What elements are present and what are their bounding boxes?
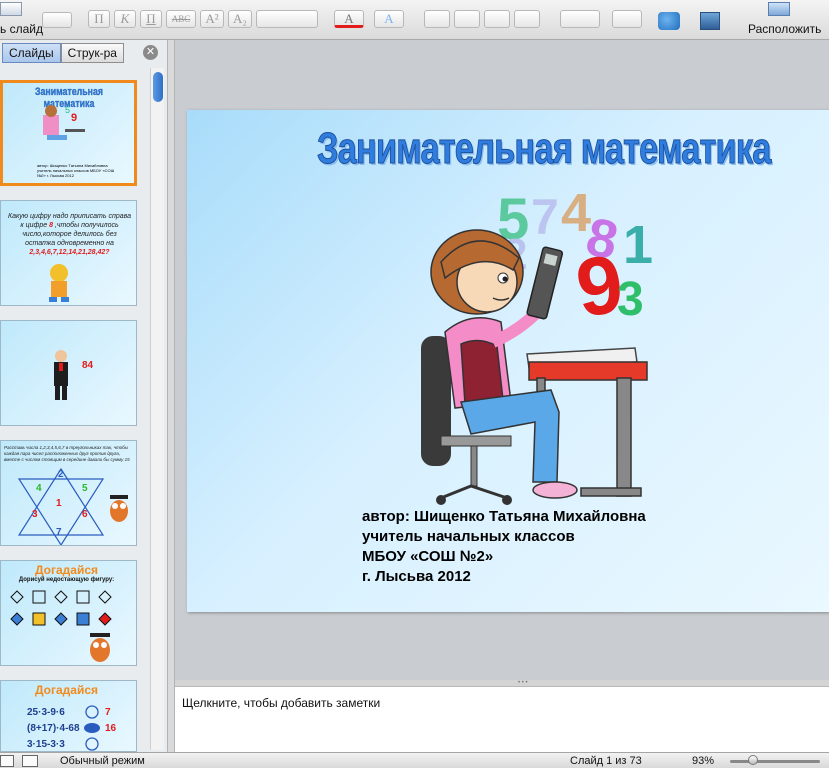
owl-icon — [110, 495, 128, 522]
position-line: учитель начальных классов — [362, 528, 575, 545]
author-line: автор: Шищенко Татьяна Михайловна — [362, 508, 646, 525]
text-box-button[interactable] — [612, 10, 642, 28]
zoom-level[interactable]: 93% — [692, 755, 714, 767]
thumb-title: Догадайся — [34, 683, 99, 697]
toolbar: ь слайд П К П АВС A² A₂ А A Расположить — [0, 0, 829, 40]
thumb-character-illustration — [49, 264, 69, 302]
columns-button[interactable] — [560, 10, 600, 28]
align-left-button[interactable] — [424, 10, 450, 28]
subscript-button[interactable]: A₂ — [228, 10, 252, 28]
slide-thumbnail-6[interactable]: Догадайся 25·3-9·6 (8+17)·4-68 3·15-3·3 … — [0, 680, 137, 752]
svg-text:5: 5 — [65, 105, 70, 115]
text-effect-button[interactable]: A — [374, 10, 404, 28]
girl-with-calculator-illustration — [421, 229, 648, 505]
shapes-icon[interactable] — [658, 12, 680, 30]
font-size-dropdown[interactable] — [256, 10, 318, 28]
font-color-button[interactable]: А — [334, 10, 364, 28]
zoom-slider[interactable] — [730, 760, 820, 763]
thumb-author: автор: Шищенко Татьяна Михайловна учител… — [37, 163, 115, 178]
thumb-answer-2: 16 — [105, 723, 117, 734]
outline-view-icon[interactable] — [22, 755, 38, 767]
thumb-operator-symbols — [84, 705, 100, 751]
view-mode-label: Обычный режим — [60, 755, 145, 767]
thumb-number: 84 — [82, 360, 94, 371]
slide-counter: Слайд 1 из 73 — [570, 755, 642, 767]
thumb-subtitle: Дорисуй недостающую фигуру: — [18, 577, 115, 583]
align-right-button[interactable] — [484, 10, 510, 28]
bold-button[interactable]: П — [88, 10, 110, 28]
zoom-slider-knob[interactable] — [748, 755, 758, 765]
thumb-title: Догадайся — [34, 563, 99, 577]
tab-slides[interactable]: Слайды — [2, 43, 61, 63]
thumb-digit-5: 5 — [82, 483, 88, 494]
slide-thumbnail-1[interactable]: Занимательная математика 9 5 автор: Шище… — [0, 80, 137, 186]
thumb-expression-1: 25·3-9·6 — [27, 707, 65, 718]
author-block[interactable]: автор: Шищенко Татьяна Михайловна учител… — [362, 507, 646, 587]
current-slide[interactable]: Занимательная математика 5 7 4 2 8 1 9 3 — [187, 110, 829, 612]
new-slide-button[interactable]: ь слайд — [0, 22, 43, 36]
thumb-digit-1: 1 — [56, 498, 62, 509]
normal-view-icon[interactable] — [0, 755, 14, 767]
new-slide-icon[interactable] — [0, 2, 22, 16]
thumb-digit-2: 2 — [58, 469, 64, 480]
close-icon[interactable]: ✕ — [143, 45, 158, 60]
superscript-button[interactable]: A² — [200, 10, 224, 28]
tab-outline[interactable]: Струк-ра — [60, 43, 124, 63]
thumb-man-illustration — [54, 350, 68, 400]
slide-editor: Занимательная математика 5 7 4 2 8 1 9 3 — [175, 40, 829, 680]
thumb-digit-6: 6 — [82, 509, 88, 520]
sidebar-scrollbar[interactable] — [150, 68, 164, 750]
strikethrough-button[interactable]: АВС — [166, 10, 196, 28]
slide-thumbnail-4[interactable]: Расставь числа 1,2,3,4,5,6,7 в треугольн… — [0, 440, 137, 546]
italic-button[interactable]: К — [114, 10, 136, 28]
thumb-answer-1: 7 — [105, 707, 111, 718]
align-center-button[interactable] — [454, 10, 480, 28]
arrange-icon[interactable] — [768, 2, 790, 16]
owl-icon — [90, 633, 110, 662]
slide-thumbnail-5[interactable]: Догадайся Дорисуй недостающую фигуру: — [0, 560, 137, 666]
picture-icon[interactable] — [700, 12, 720, 30]
justify-button[interactable] — [514, 10, 540, 28]
status-bar: Обычный режим Слайд 1 из 73 93% — [0, 752, 829, 768]
question-numbers: 2,3,4,6,7,12,14,21,28,42? — [29, 249, 110, 256]
question-digit: 8 — [49, 222, 53, 229]
arrange-button[interactable]: Расположить — [748, 22, 821, 36]
layout-button[interactable] — [42, 12, 72, 28]
slide-thumbnail-3[interactable]: 84 — [0, 320, 137, 426]
notes-placeholder[interactable]: Щелкните, чтобы добавить заметки — [182, 696, 380, 710]
splitter-grip-icon: • • • — [518, 680, 528, 686]
scrollbar-thumb[interactable] — [153, 72, 163, 102]
svg-text:9: 9 — [71, 112, 77, 124]
school-line: МБОУ «СОШ №2» — [362, 548, 494, 565]
slide-title[interactable]: Занимательная математика — [317, 124, 772, 174]
thumb-digit-3: 3 — [32, 509, 38, 520]
thumb-digit-7: 7 — [56, 527, 62, 538]
slides-panel: Слайды Струк-ра ✕ Занимательная математи… — [0, 40, 168, 752]
thumb-digit-4: 4 — [36, 483, 42, 494]
underline-button[interactable]: П — [140, 10, 162, 28]
slide-thumbnail-2[interactable]: Какую цифру надо приписать справа к цифр… — [0, 200, 137, 306]
thumb-expression-3: 3·15-3·3 — [27, 739, 65, 750]
thumb-question: Какую цифру надо приписать справа к цифр… — [7, 212, 132, 257]
thumb-task: Расставь числа 1,2,3,4,5,6,7 в треугольн… — [4, 445, 130, 462]
panel-tabs: Слайды Струк-ра — [2, 43, 124, 63]
thumb-expression-2: (8+17)·4-68 — [27, 723, 80, 734]
notes-pane[interactable]: Щелкните, чтобы добавить заметки — [175, 686, 829, 752]
city-year-line: г. Лысьва 2012 — [362, 568, 471, 585]
panel-splitter[interactable] — [168, 40, 175, 752]
